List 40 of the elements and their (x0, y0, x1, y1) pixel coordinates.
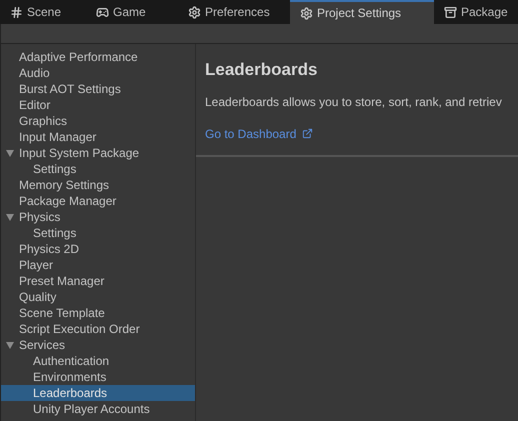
grid-icon (10, 6, 23, 18)
tree-item[interactable]: Services (1, 337, 195, 353)
external-link-icon (302, 128, 314, 139)
tab[interactable]: Package (434, 0, 518, 24)
tree-item[interactable]: Graphics (1, 113, 195, 129)
tree-item[interactable]: Settings (1, 225, 195, 241)
tree-item[interactable]: Memory Settings (1, 177, 195, 193)
tree-item[interactable]: Environments (1, 369, 195, 385)
tree-item[interactable]: Leaderboards (1, 385, 195, 401)
gear-icon (300, 6, 313, 20)
tree-item[interactable]: Authentication (1, 353, 195, 369)
description: Leaderboards allows you to store, sort, rank, and retriev (205, 94, 503, 110)
tree-item[interactable]: Adaptive Performance (1, 49, 195, 65)
tree-item[interactable]: Quality (1, 289, 195, 305)
box-icon (444, 6, 457, 18)
tree-item[interactable]: Package Manager (1, 193, 195, 209)
tree-item[interactable]: Settings (1, 161, 195, 177)
page-title: Leaderboards (205, 59, 318, 81)
tree-item[interactable]: Burst AOT Settings (1, 81, 195, 97)
gamepad-icon (96, 6, 109, 18)
tab[interactable]: Preferences (178, 0, 290, 24)
tab[interactable]: Game (86, 0, 178, 24)
tree-item[interactable]: Physics (1, 209, 195, 225)
tree-item[interactable]: Input Manager (1, 129, 195, 145)
expanded-triangle-icon[interactable] (6, 150, 14, 157)
dashboard-link[interactable]: Go to Dashboard (205, 124, 314, 142)
tree-item[interactable]: Input System Package (1, 145, 195, 161)
expanded-triangle-icon[interactable] (6, 342, 14, 349)
tree-item[interactable]: Script Execution Order (1, 321, 195, 337)
tab[interactable]: Scene (0, 0, 86, 24)
gear-icon (188, 6, 201, 18)
tree-item[interactable]: Audio (1, 65, 195, 81)
tree-item[interactable]: Player (1, 257, 195, 273)
tree-item[interactable]: Unity Player Accounts (1, 401, 195, 417)
tree-item[interactable]: Editor (1, 97, 195, 113)
tree-item[interactable]: Physics 2D (1, 241, 195, 257)
tree-item[interactable]: Scene Template (1, 305, 195, 321)
expanded-triangle-icon[interactable] (6, 214, 14, 221)
tree-item[interactable]: Preset Manager (1, 273, 195, 289)
tab[interactable]: Project Settings (290, 0, 434, 24)
